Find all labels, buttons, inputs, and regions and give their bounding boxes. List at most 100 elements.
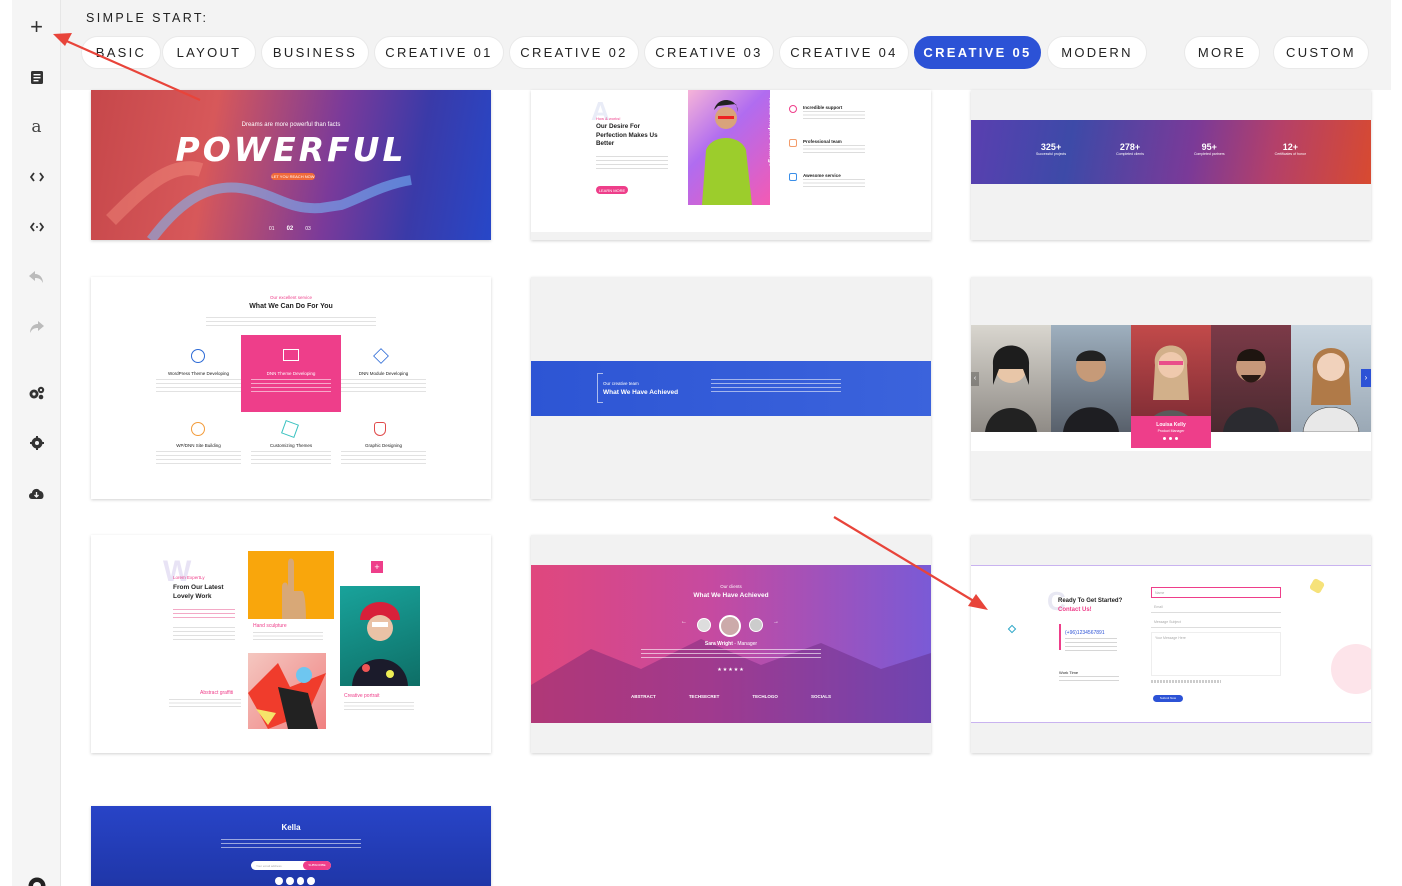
team-member-name: Louisa Kelly xyxy=(1156,422,1186,428)
feature-text xyxy=(803,179,865,189)
bracket-decoration xyxy=(597,373,603,403)
typography-button[interactable]: a xyxy=(12,109,61,145)
client-logo: TECHLOGO xyxy=(752,694,778,699)
template-card-contact[interactable]: C Ready To Get Started? Contact Us! (+96… xyxy=(971,535,1371,753)
service-text xyxy=(341,379,426,393)
email-field: Email xyxy=(1151,602,1281,613)
contact-accent-line xyxy=(1059,624,1061,650)
client-logo: ABSTRACT xyxy=(631,694,656,699)
tab-more[interactable]: MORE xyxy=(1184,36,1260,69)
avatar xyxy=(749,618,763,632)
template-card-stats[interactable]: 325+ Successful projects 278+ Completed cl… xyxy=(971,90,1371,240)
settings-button[interactable] xyxy=(12,425,61,461)
achieved-title: What We Have Achieved xyxy=(603,389,679,396)
contact-title: Ready To Get Started? xyxy=(1058,598,1123,604)
add-block-button[interactable]: + xyxy=(12,9,61,45)
decoration-shape xyxy=(1308,577,1326,595)
tab-business[interactable]: BUSINESS xyxy=(261,36,369,69)
service-text xyxy=(341,451,426,465)
cube-icon xyxy=(373,348,389,364)
template-card-hero[interactable]: Dreams are more powerful than facts POWE… xyxy=(91,90,491,240)
service-label: DNN Module Developing xyxy=(358,371,409,376)
template-card-newsletter[interactable]: Kella Your email address SUBSCRIBE xyxy=(91,806,491,886)
redo-button[interactable] xyxy=(12,309,61,345)
client-logos: ABSTRACT TECHSECRET TECHLOGO SOCIALS xyxy=(631,694,831,699)
tab-creative-01[interactable]: CREATIVE 01 xyxy=(374,36,504,69)
services-thumbnail: Our excellent service What We Can Do For… xyxy=(91,277,491,499)
about-learn-more: LEARN MORE xyxy=(596,186,628,194)
contact-thumbnail: C Ready To Get Started? Contact Us! (+96… xyxy=(971,565,1371,723)
social-icon xyxy=(307,877,315,885)
service-label: Graphic Designing xyxy=(364,443,403,448)
person-illustration xyxy=(1302,348,1360,433)
tab-creative-02[interactable]: CREATIVE 02 xyxy=(509,36,639,69)
stat-label: Successful projects xyxy=(1035,152,1067,156)
person-illustration xyxy=(985,345,1037,432)
design-icon xyxy=(374,422,386,436)
services-intro xyxy=(206,317,376,327)
name-field: Name xyxy=(1151,587,1281,598)
tab-custom[interactable]: CUSTOM xyxy=(1273,36,1369,69)
template-card-portfolio[interactable]: W Lorem ExpertLy From Our Latest Lovely … xyxy=(91,535,491,753)
feature-text xyxy=(803,111,865,121)
app-window: + a SIMPLE START: BASIC LAYOUT BUSINESS … xyxy=(0,0,1402,886)
template-card-about[interactable]: A How & works! Our Desire For Perfection… xyxy=(531,90,931,240)
template-card-clients[interactable]: Our clients What We Have Achieved ← → Sa… xyxy=(531,535,931,753)
next-icon: → xyxy=(773,619,779,625)
tab-creative-05[interactable]: CREATIVE 05 xyxy=(914,36,1041,69)
achieved-text xyxy=(711,379,841,395)
stat-label: Completed clients xyxy=(1116,152,1144,156)
feature-text xyxy=(803,145,865,155)
embed-code-button[interactable] xyxy=(12,209,61,245)
template-card-services[interactable]: Our excellent service What We Can Do For… xyxy=(91,277,491,499)
text-icon: a xyxy=(31,117,42,137)
service-text xyxy=(251,451,331,465)
code-button[interactable] xyxy=(12,159,61,195)
hero-title: POWERFUL xyxy=(175,130,407,169)
decoration-diamond xyxy=(1007,624,1017,634)
clients-avatars: ← → xyxy=(681,615,781,637)
social-icons xyxy=(1163,437,1179,440)
help-button[interactable] xyxy=(12,868,61,886)
prev-icon: ← xyxy=(681,619,687,625)
carousel-next-icon[interactable]: › xyxy=(1361,369,1371,387)
hero-thumbnail: Dreams are more powerful than facts POWE… xyxy=(91,90,491,240)
clients-kicker: Our clients xyxy=(720,584,742,589)
undo-icon xyxy=(29,271,43,283)
newsletter-thumbnail: Kella Your email address SUBSCRIBE xyxy=(91,806,491,886)
tab-creative-04[interactable]: CREATIVE 04 xyxy=(779,36,909,69)
hand-illustration xyxy=(282,558,306,619)
hero-tagline: Dreams are more powerful than facts xyxy=(241,122,341,128)
carousel-prev-icon[interactable]: ‹ xyxy=(971,372,979,386)
download-button[interactable] xyxy=(12,475,61,511)
tab-layout[interactable]: LAYOUT xyxy=(162,36,256,69)
newsletter-text xyxy=(221,839,361,849)
global-settings-button[interactable] xyxy=(12,375,61,411)
tab-basic[interactable]: BASIC xyxy=(81,36,161,69)
tab-creative-03[interactable]: CREATIVE 03 xyxy=(644,36,774,69)
team-thumbnail: ‹ › Louisa Kelly Product Manager xyxy=(971,325,1371,451)
services-title: What We Can Do For You xyxy=(249,303,333,310)
avatar xyxy=(719,615,741,637)
undo-button[interactable] xyxy=(12,259,61,295)
stat-item: 12+ Certificates of honor xyxy=(1275,142,1306,156)
template-card-achieved[interactable]: Our creative team What We Have Achieved xyxy=(531,277,931,499)
stat-value: 12+ xyxy=(1282,142,1298,152)
achieved-kicker: Our creative team xyxy=(603,381,639,386)
feature-title: Awesome service xyxy=(803,173,841,178)
client-quote xyxy=(641,649,821,661)
pages-button[interactable] xyxy=(12,59,61,95)
contact-phone: (+96)1234567891 xyxy=(1065,630,1105,636)
redo-icon xyxy=(30,321,44,333)
left-toolbar: + a xyxy=(12,0,61,886)
about-photo xyxy=(688,90,770,205)
template-card-team[interactable]: ‹ › Louisa Kelly Product Manager xyxy=(971,277,1371,499)
about-vertical-text: Ideas inspire change xyxy=(767,97,775,167)
about-title: Our Desire For Perfection Makes Us Bette… xyxy=(596,123,658,147)
stat-item: 278+ Completed clients xyxy=(1116,142,1144,156)
clients-title: What We Have Achieved xyxy=(693,592,769,599)
tab-modern[interactable]: MODERN xyxy=(1047,36,1147,69)
client-logo: TECHSECRET xyxy=(688,694,720,699)
client-name: Sara Wright xyxy=(704,641,733,647)
subject-field: Message Subject xyxy=(1151,617,1281,628)
